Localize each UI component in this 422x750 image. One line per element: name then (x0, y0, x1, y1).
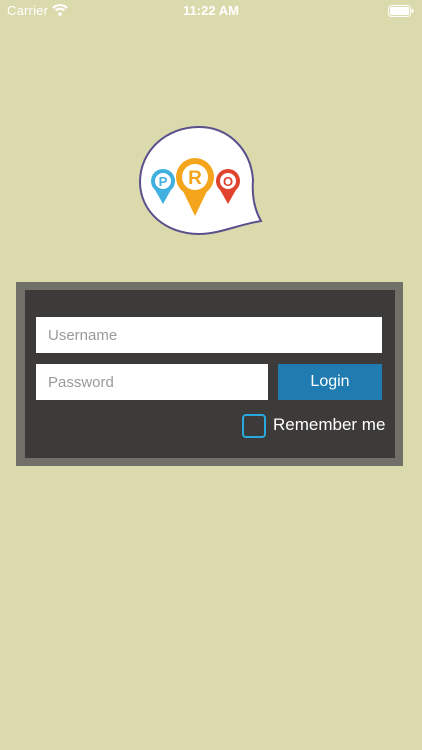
battery-icon (388, 5, 414, 20)
svg-text:P: P (159, 174, 168, 189)
password-input[interactable] (36, 364, 268, 400)
svg-text:O: O (223, 174, 233, 189)
svg-text:R: R (188, 168, 202, 189)
status-bar: Carrier 11:22 AM (0, 0, 422, 22)
clock: 11:22 AM (183, 3, 239, 18)
pro-logo: P O R (137, 125, 265, 242)
login-button[interactable]: Login (278, 364, 382, 400)
remember-me-checkbox[interactable] (242, 414, 266, 438)
remember-me-label[interactable]: Remember me (273, 415, 385, 435)
username-input[interactable] (36, 317, 382, 353)
